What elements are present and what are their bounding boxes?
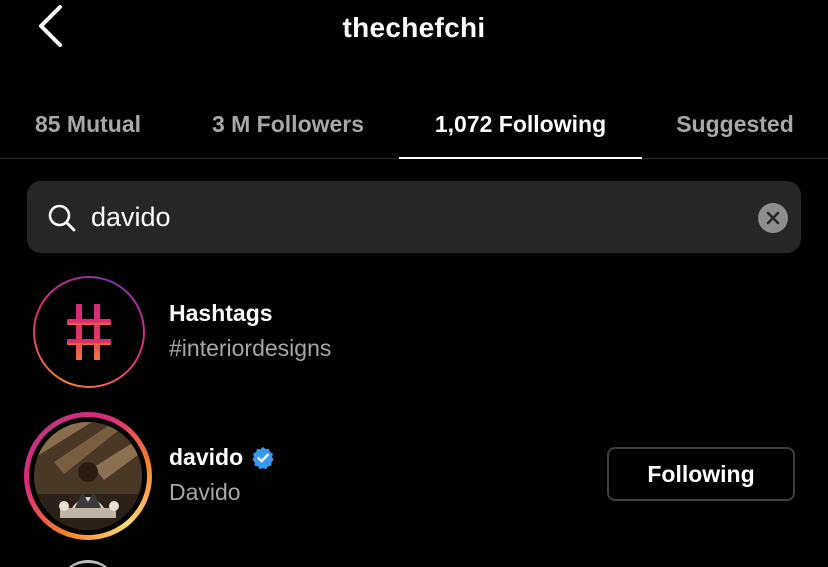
- page-title: thechefchi: [342, 12, 486, 43]
- header: thechefchi: [0, 0, 828, 60]
- clear-search-button[interactable]: [758, 203, 788, 233]
- following-button[interactable]: Following: [607, 447, 795, 501]
- clear-icon: [766, 211, 780, 225]
- hashtag-icon: [67, 304, 111, 360]
- tab-mutual[interactable]: 85 Mutual: [0, 90, 176, 158]
- username: davido: [169, 444, 244, 470]
- hashtag-title: Hashtags: [169, 300, 273, 326]
- hashtag-text: Hashtags #interiordesigns: [169, 300, 331, 362]
- username-line: davido: [169, 444, 275, 471]
- user-text: davido Davido: [169, 444, 275, 506]
- tab-suggested[interactable]: Suggested: [642, 90, 828, 158]
- search-input[interactable]: [91, 195, 691, 239]
- list-item-hashtags[interactable]: Hashtags #interiordesigns: [0, 270, 828, 392]
- avatar: [34, 422, 142, 530]
- following-screen: thechefchi 85 Mutual 3 M Followers 1,072…: [0, 0, 828, 567]
- next-avatar-peek: [58, 560, 118, 567]
- story-ring[interactable]: [24, 412, 152, 540]
- search-icon: [48, 204, 76, 232]
- tab-bar: 85 Mutual 3 M Followers 1,072 Following …: [0, 90, 828, 159]
- verified-badge-icon: [252, 446, 274, 469]
- list-item-user[interactable]: davido Davido Following: [0, 406, 828, 544]
- hashtag-subtitle: #interiordesigns: [169, 335, 332, 361]
- hashtag-avatar: [33, 276, 145, 388]
- tab-following[interactable]: 1,072 Following: [399, 90, 642, 159]
- full-name: Davido: [169, 479, 241, 505]
- search-bar: [27, 181, 801, 253]
- tab-followers[interactable]: 3 M Followers: [176, 90, 400, 158]
